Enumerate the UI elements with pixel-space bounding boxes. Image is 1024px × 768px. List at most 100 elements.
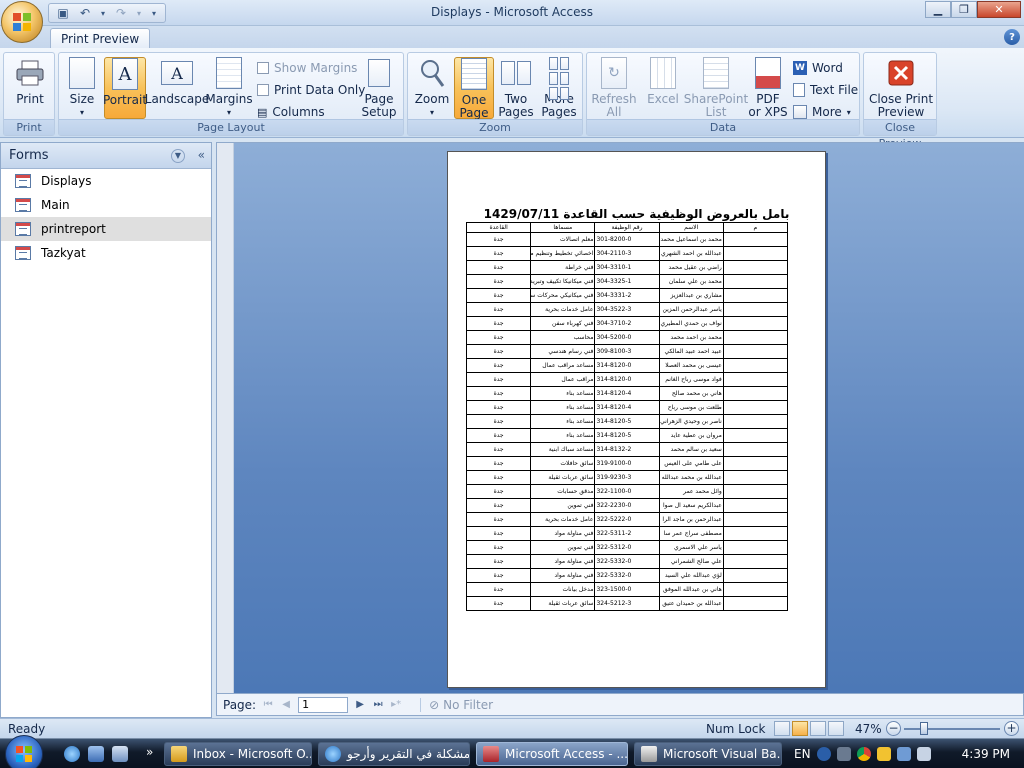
cell-title: سائق حافلات [530, 456, 596, 471]
tab-print-preview[interactable]: Print Preview [50, 28, 151, 48]
show-desktop-icon[interactable] [88, 746, 104, 762]
internet-explorer-icon[interactable] [64, 746, 80, 762]
cell-name: مشاري بن عبدالعزيز [658, 288, 724, 303]
zoom-slider-thumb[interactable] [920, 722, 928, 735]
export-text-file-button[interactable]: Text File [793, 81, 858, 99]
report-view-icon[interactable] [774, 721, 790, 736]
cell-base: جدة [465, 386, 532, 401]
language-indicator[interactable]: EN [794, 747, 811, 761]
one-page-button[interactable]: One Page [454, 57, 494, 120]
design-view-icon[interactable] [828, 721, 844, 736]
network-tray-icon[interactable] [896, 747, 911, 761]
form-icon [15, 246, 31, 260]
page-number-input[interactable] [298, 696, 349, 713]
help-tray-icon[interactable] [816, 747, 831, 761]
zoom-button[interactable]: Zoom ▾ [412, 57, 452, 119]
cell-job-no: 304-3331-2 [594, 288, 660, 303]
refresh-all-button[interactable]: ↻ Refresh All [591, 57, 637, 119]
access-window: ▣ ↶ ▾ ↷ ▾ ▾ Displays - Microsoft Access … [0, 0, 1024, 768]
cell-idx [722, 498, 789, 513]
cell-job-no: 324-5212-3 [594, 596, 660, 611]
close-button[interactable]: ✕ [977, 1, 1021, 18]
print-button[interactable]: Print [10, 57, 50, 119]
page-setup-button[interactable]: Page Setup [359, 57, 399, 119]
cell-job-no: 322-5312-0 [594, 540, 660, 555]
export-excel-button[interactable]: Excel [643, 57, 683, 119]
nav-item-displays[interactable]: Displays [1, 169, 211, 193]
export-sharepoint-button[interactable]: SharePoint List [684, 57, 748, 119]
cell-job-no: 314-8120-5 [594, 428, 660, 443]
last-page-icon[interactable]: ⏭ [372, 699, 384, 710]
zoom-out-icon[interactable]: − [886, 721, 901, 736]
cell-base: جدة [465, 372, 532, 387]
help-icon[interactable]: ? [1004, 29, 1020, 45]
one-page-icon [458, 58, 490, 90]
office-button[interactable] [1, 1, 43, 43]
quick-launch-more-icon[interactable]: » [146, 745, 153, 759]
chrome-tray-icon[interactable] [856, 747, 871, 761]
nav-item-tazkyat[interactable]: Tazkyat [1, 241, 211, 265]
paper-size-icon [66, 57, 98, 89]
navigation-pane: Forms ▼ « Displays Main printreport Tazk… [0, 142, 212, 718]
show-margins-checkbox[interactable]: Show Margins [257, 59, 357, 77]
nav-item-printreport[interactable]: printreport [1, 217, 211, 241]
cell-name: عبيد احمد عبيد المالكي [658, 344, 724, 359]
zoom-percentage[interactable]: 47% [855, 722, 882, 736]
taskbar-item-outlook[interactable]: Inbox - Microsoft O... [164, 742, 312, 766]
export-pdf-button[interactable]: PDF or XPS [747, 57, 789, 119]
header-title: مسماها [530, 222, 596, 233]
cell-job-no: 314-8120-0 [594, 358, 660, 373]
zoom-in-icon[interactable]: + [1004, 721, 1019, 736]
two-pages-button[interactable]: Two Pages [496, 57, 536, 119]
taskbar-item-forum[interactable]: مشكلة في التقرير وأرجو... [318, 742, 470, 766]
outlook-icon [171, 746, 187, 762]
close-print-preview-button[interactable]: Close Print Preview [868, 57, 934, 119]
cell-name: ياسر عبدالرحمن المزين [658, 302, 724, 317]
zoom-slider-track[interactable] [904, 728, 1000, 730]
nav-item-main[interactable]: Main [1, 193, 211, 217]
print-data-only-checkbox[interactable]: Print Data Only [257, 81, 365, 99]
cell-idx [722, 484, 789, 499]
collapse-pane-icon[interactable]: « [198, 148, 205, 162]
clock[interactable]: 4:39 PM [962, 747, 1010, 761]
vertical-scrollbar[interactable] [217, 143, 234, 693]
more-pages-button[interactable]: More Pages [538, 57, 580, 119]
next-page-icon[interactable]: ▶ [354, 699, 366, 710]
options-tray-icon[interactable] [836, 747, 851, 761]
columns-icon: ▤ [257, 105, 268, 119]
header-base: القاعدة [465, 222, 532, 233]
taskbar-item-vba[interactable]: Microsoft Visual Ba... [634, 742, 782, 766]
margins-button[interactable]: Margins ▾ [205, 57, 253, 119]
layout-view-icon[interactable] [810, 721, 826, 736]
cell-title: محاسب [530, 330, 596, 345]
start-button[interactable] [5, 735, 43, 768]
no-filter-indicator[interactable]: ⊘ No Filter [420, 697, 493, 712]
print-preview-view-icon[interactable] [792, 721, 808, 736]
minimize-button[interactable]: ▁ [925, 1, 951, 18]
cell-idx [722, 246, 789, 261]
cell-name: لؤي عبدالله علي السيد [658, 568, 724, 583]
cell-title: مساعد سباك ابنية [530, 442, 596, 457]
first-page-icon[interactable]: ⏮ [262, 699, 274, 710]
restore-button[interactable]: ❐ [951, 1, 977, 18]
messenger-tray-icon[interactable] [876, 747, 891, 761]
previous-page-icon[interactable]: ◀ [280, 699, 292, 710]
nav-pane-header[interactable]: Forms ▼ « [1, 143, 211, 169]
export-word-button[interactable]: W Word [793, 59, 843, 77]
cell-title: فني خراطة [530, 260, 596, 275]
cell-base: جدة [465, 260, 532, 275]
taskbar-item-access[interactable]: Microsoft Access - ... [476, 742, 628, 766]
landscape-button[interactable]: A Landscape [145, 57, 209, 119]
page-label: Page: [223, 697, 257, 712]
nav-menu-dropdown-icon[interactable]: ▼ [171, 149, 185, 163]
switch-windows-icon[interactable] [112, 746, 128, 762]
report-page[interactable]: بامل بالعروض الوظيفية حسب القاعدة 1429/0… [447, 151, 826, 688]
nav-item-label: Tazkyat [41, 246, 86, 260]
cell-idx [722, 344, 789, 359]
portrait-button[interactable]: A Portrait [103, 57, 147, 119]
new-record-icon[interactable]: ▸* [390, 699, 402, 710]
size-button[interactable]: Size ▾ [65, 57, 99, 119]
form-icon [15, 222, 31, 236]
volume-tray-icon[interactable] [916, 747, 931, 761]
cell-idx [722, 302, 789, 317]
